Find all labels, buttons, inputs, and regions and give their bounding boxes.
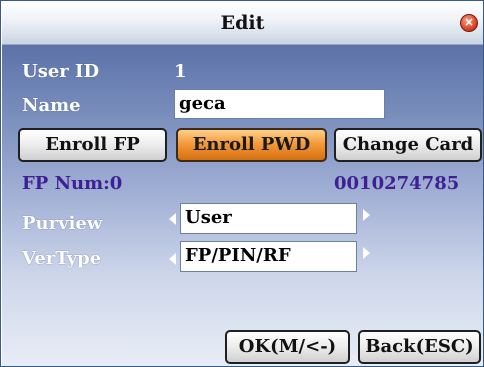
purview-right-arrow-icon[interactable] bbox=[363, 209, 370, 221]
purview-select[interactable]: User bbox=[180, 203, 357, 234]
close-icon[interactable]: × bbox=[460, 14, 478, 32]
window-title: Edit bbox=[220, 12, 265, 34]
vertype-left-arrow-icon[interactable] bbox=[169, 253, 176, 265]
ok-button[interactable]: OK(M/<-) bbox=[225, 330, 350, 364]
enroll-fp-button[interactable]: Enroll FP bbox=[18, 128, 167, 162]
enroll-pwd-button[interactable]: Enroll PWD bbox=[176, 128, 327, 162]
vertype-right-arrow-icon[interactable] bbox=[363, 247, 370, 259]
edit-form-panel: User ID 1 Name geca Enroll FP Enroll PWD… bbox=[2, 45, 483, 366]
purview-left-arrow-icon[interactable] bbox=[169, 213, 176, 225]
change-card-button[interactable]: Change Card bbox=[334, 128, 482, 162]
name-label: Name bbox=[22, 95, 81, 116]
user-id-label: User ID bbox=[22, 61, 100, 82]
name-input[interactable]: geca bbox=[174, 89, 385, 119]
card-number-text: 0010274785 bbox=[334, 173, 460, 194]
user-id-value: 1 bbox=[174, 61, 187, 82]
fp-num-text: FP Num:0 bbox=[22, 173, 123, 194]
vertype-select[interactable]: FP/PIN/RF bbox=[180, 241, 357, 272]
title-bar: Edit × bbox=[2, 2, 483, 45]
purview-label: Purview bbox=[22, 213, 103, 234]
back-button[interactable]: Back(ESC) bbox=[358, 330, 481, 364]
edit-window: Edit × User ID 1 Name geca Enroll FP Enr… bbox=[0, 0, 484, 367]
vertype-label: VerType bbox=[22, 248, 102, 269]
